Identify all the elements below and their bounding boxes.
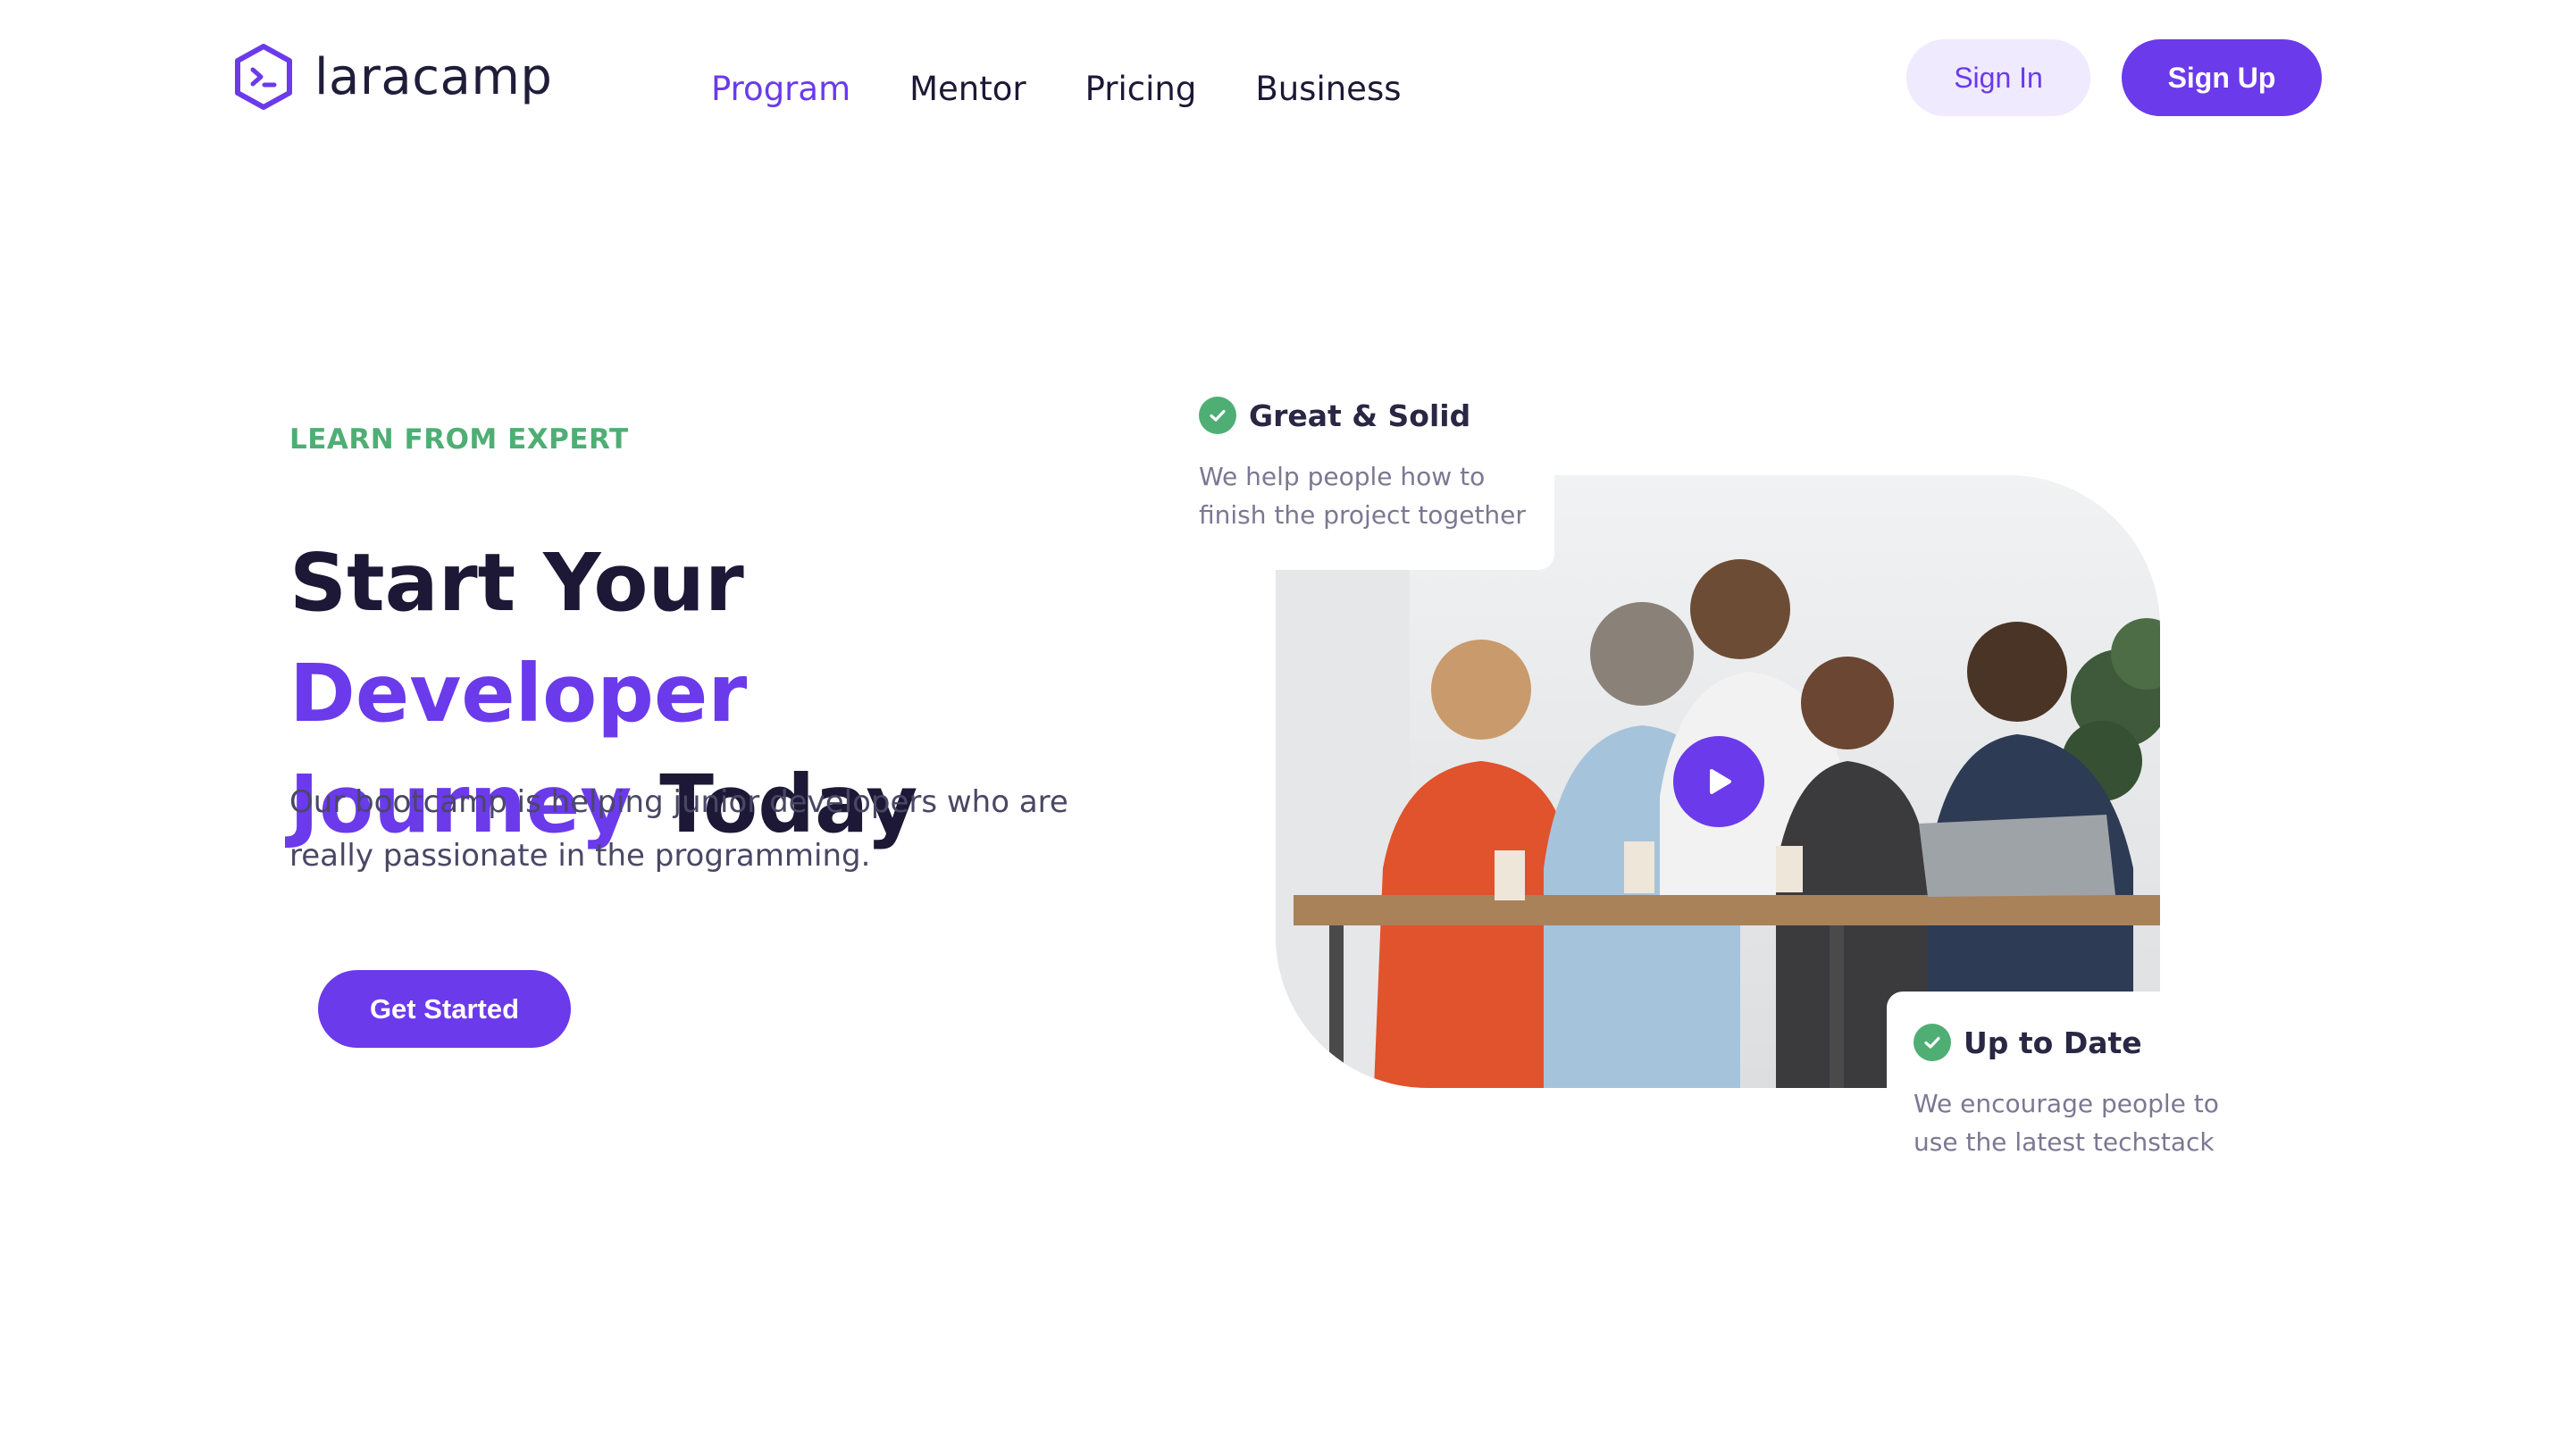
play-icon [1710, 769, 1731, 794]
nav-item-pricing[interactable]: Pricing [1085, 70, 1197, 108]
feature-title-text: Great & Solid [1249, 397, 1471, 433]
check-circle-icon [1199, 397, 1236, 434]
headline-accent-1: Developer [289, 647, 748, 740]
main-nav: Program Mentor Pricing Business [711, 70, 1402, 108]
feature-description: We help people how to finish the project… [1199, 462, 1526, 530]
feature-description: We encourage people to use the latest te… [1914, 1089, 2219, 1157]
feature-card-great-solid: Great & Solid We help people how to fini… [1188, 393, 1554, 570]
feature-title-text: Up to Date [1964, 1025, 2142, 1060]
nav-item-business[interactable]: Business [1255, 70, 1401, 108]
sign-up-button[interactable]: Sign Up [2122, 39, 2322, 116]
play-video-button[interactable] [1673, 736, 1764, 827]
brand-logo[interactable]: laracamp [232, 43, 552, 111]
feature-title: Great & Solid [1199, 397, 1554, 434]
sign-in-button[interactable]: Sign In [1906, 39, 2090, 116]
get-started-button[interactable]: Get Started [318, 970, 571, 1048]
terminal-hexagon-icon [235, 44, 292, 110]
check-circle-icon [1914, 1024, 1951, 1061]
nav-item-mentor[interactable]: Mentor [909, 70, 1026, 108]
hero-subtext: Our bootcamp is helping junior developer… [289, 784, 1068, 874]
feature-title: Up to Date [1914, 1024, 2351, 1061]
hero-eyebrow: LEARN FROM EXPERT [289, 423, 629, 456]
nav-item-program[interactable]: Program [711, 70, 850, 108]
brand-name: laracamp [314, 47, 553, 106]
headline-part-1: Start Your [289, 536, 744, 629]
feature-card-up-to-date: Up to Date We encourage people to use th… [1887, 992, 2351, 1188]
